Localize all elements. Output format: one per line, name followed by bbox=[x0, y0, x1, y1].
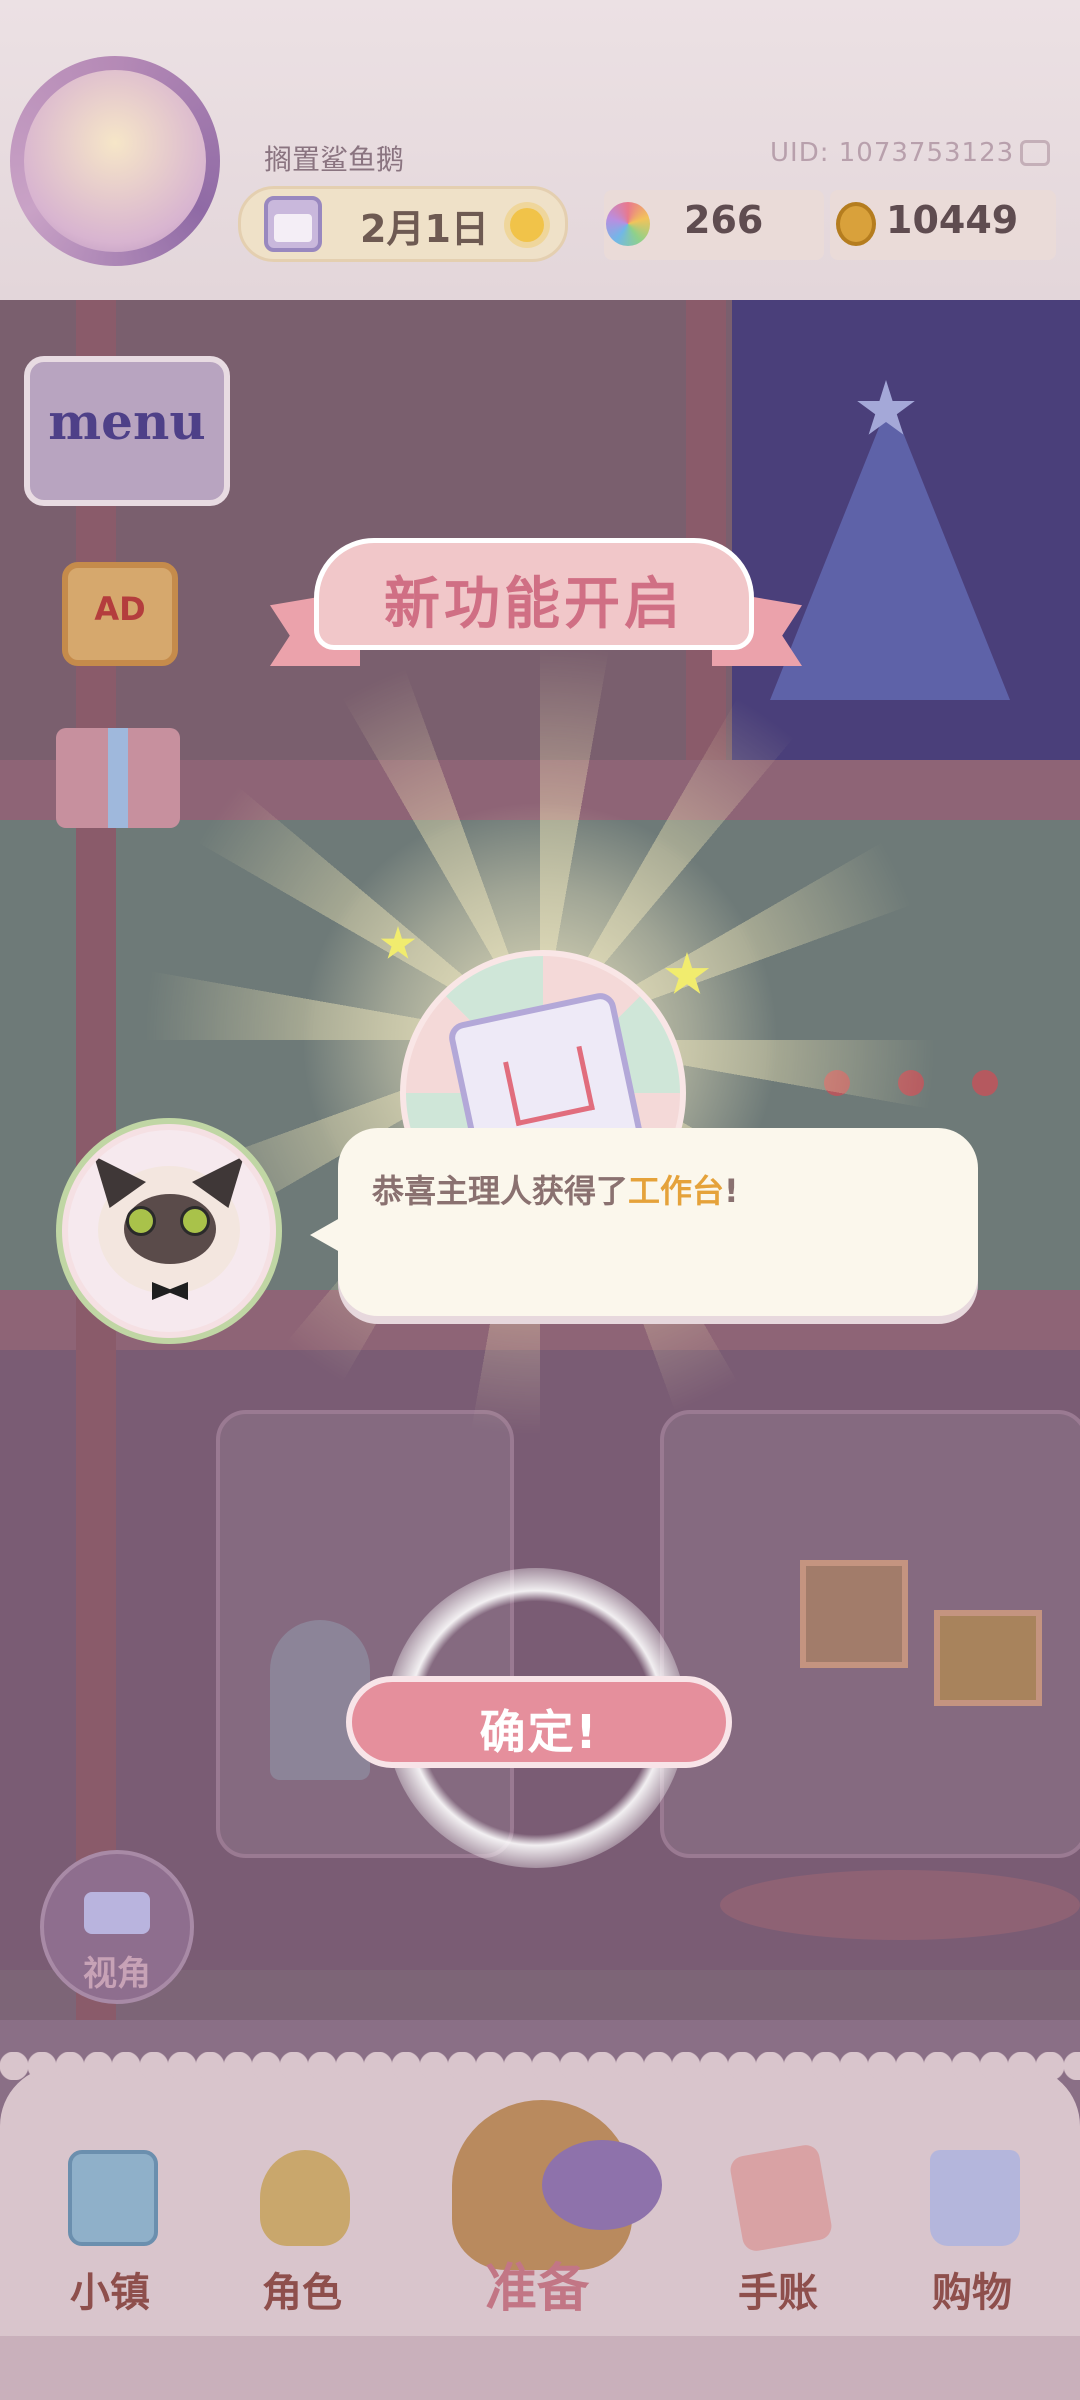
camera-icon bbox=[84, 1892, 150, 1934]
new-feature-banner: 新功能开启 bbox=[314, 538, 754, 650]
wall-picture bbox=[800, 1560, 908, 1668]
nav-label-character: 角色 bbox=[262, 2270, 342, 2316]
coin-icon bbox=[836, 202, 876, 246]
message-prefix: 恭喜主理人获得了 bbox=[372, 1172, 629, 1210]
map-icon bbox=[68, 2150, 158, 2246]
bottom-strip bbox=[0, 2336, 1080, 2400]
gem-icon bbox=[606, 202, 650, 246]
nav-item-shop[interactable]: 购物 bbox=[892, 2130, 1052, 2330]
ad-button[interactable]: AD bbox=[62, 562, 178, 666]
banner-title: 新功能开启 bbox=[384, 571, 684, 637]
round-rug bbox=[720, 1870, 1080, 1940]
view-angle-label: 视角 bbox=[83, 1954, 151, 1994]
speech-bubble bbox=[338, 1128, 978, 1316]
menu-button[interactable]: menu bbox=[24, 356, 230, 506]
gem-count: 266 bbox=[684, 198, 764, 242]
journal-icon bbox=[728, 2142, 834, 2254]
nav-item-town[interactable]: 小镇 bbox=[30, 2130, 190, 2330]
coin-count: 10449 bbox=[886, 198, 1019, 242]
christmas-tree bbox=[770, 400, 1010, 700]
player-name: 搁置鲨鱼鹅 bbox=[264, 143, 405, 176]
sun-icon bbox=[510, 208, 544, 242]
nav-item-prepare[interactable]: 准备 bbox=[392, 2070, 682, 2330]
player-avatar[interactable] bbox=[24, 70, 206, 252]
hat-icon bbox=[542, 2140, 662, 2230]
cat-eye bbox=[126, 1206, 156, 1236]
nav-item-journal[interactable]: 手账 bbox=[698, 2130, 858, 2330]
message-suffix: ! bbox=[724, 1172, 739, 1210]
current-date: 2月1日 bbox=[360, 207, 489, 251]
nav-label-journal: 手账 bbox=[738, 2270, 818, 2316]
wall-picture bbox=[934, 1610, 1042, 1706]
view-angle-button[interactable]: 视角 bbox=[40, 1850, 194, 2004]
nav-label-town: 小镇 bbox=[70, 2270, 150, 2316]
shopping-bag-icon bbox=[930, 2150, 1020, 2246]
calendar-icon bbox=[264, 196, 322, 252]
cat-eye bbox=[180, 1206, 210, 1236]
reward-message: 恭喜主理人获得了工作台! bbox=[372, 1166, 739, 1212]
gift-icon[interactable] bbox=[56, 728, 180, 828]
cat-npc-avatar bbox=[62, 1124, 276, 1338]
copy-icon[interactable] bbox=[1020, 140, 1050, 166]
nav-label-prepare: 准备 bbox=[484, 2259, 589, 2319]
ad-label: AD bbox=[94, 590, 146, 628]
confirm-label: 确定! bbox=[479, 1705, 599, 1759]
reward-item-name: 工作台 bbox=[628, 1172, 725, 1210]
confirm-button[interactable]: 确定! bbox=[346, 1676, 732, 1768]
nav-item-character[interactable]: 角色 bbox=[222, 2130, 382, 2330]
character-icon bbox=[260, 2150, 350, 2246]
player-uid: UID: 1073753123 bbox=[770, 138, 1015, 168]
pendant-lamp bbox=[972, 1070, 998, 1096]
nav-label-shop: 购物 bbox=[932, 2270, 1012, 2316]
menu-label: menu bbox=[48, 392, 206, 451]
